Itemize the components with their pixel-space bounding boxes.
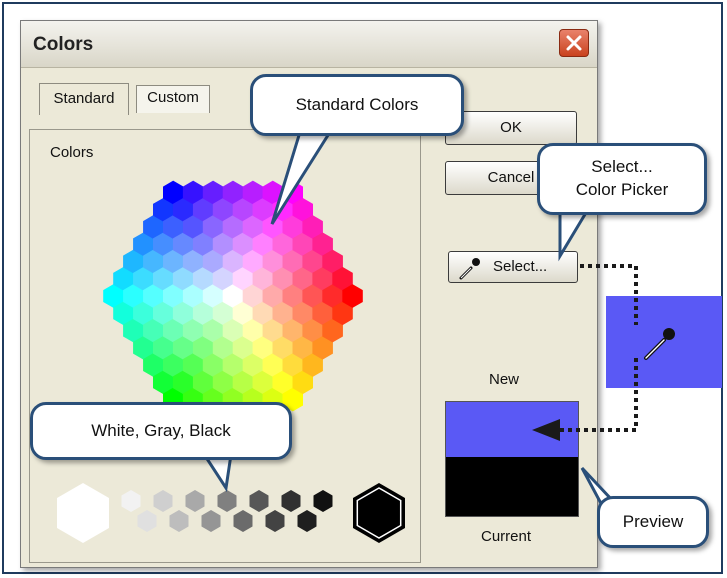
new-color-preview [445,401,579,457]
picked-color-swatch [606,296,722,388]
gray-hex-cell[interactable] [169,510,189,532]
gray-hex-cell[interactable] [249,490,269,512]
white-hex-cell[interactable] [57,483,109,543]
new-label: New [489,371,520,388]
current-label: Current [481,528,532,545]
gray-hex-cell[interactable] [137,510,157,532]
gray-hex-cell[interactable] [233,510,253,532]
ok-button[interactable]: OK [445,111,577,145]
gray-hex-cell[interactable] [297,510,317,532]
callout-select-line1: Select... [591,157,653,177]
current-color-preview [445,457,579,517]
callout-select-color-picker: Select... Color Picker [537,143,707,215]
gray-hex-cell[interactable] [201,510,221,532]
callout-standard-colors: Standard Colors [250,74,464,136]
select-button[interactable]: Select... [448,251,578,283]
gray-hex-cell[interactable] [121,490,141,512]
eyedropper-icon [644,328,675,360]
callout-preview: Preview [597,496,709,548]
gray-hex-cell[interactable] [217,490,237,512]
gray-hex-cell[interactable] [281,490,301,512]
gray-hex-cell[interactable] [185,490,205,512]
callout-gray-scale: White, Gray, Black [30,402,292,460]
callout-select-line2: Color Picker [575,180,669,199]
gray-hex-cell[interactable] [265,510,285,532]
black-hex-cell[interactable] [353,483,405,543]
eyedropper-icon [459,258,480,280]
gray-hex-cell[interactable] [313,490,333,512]
gray-hex-cell[interactable] [153,490,173,512]
select-button-label: Select... [493,258,548,275]
